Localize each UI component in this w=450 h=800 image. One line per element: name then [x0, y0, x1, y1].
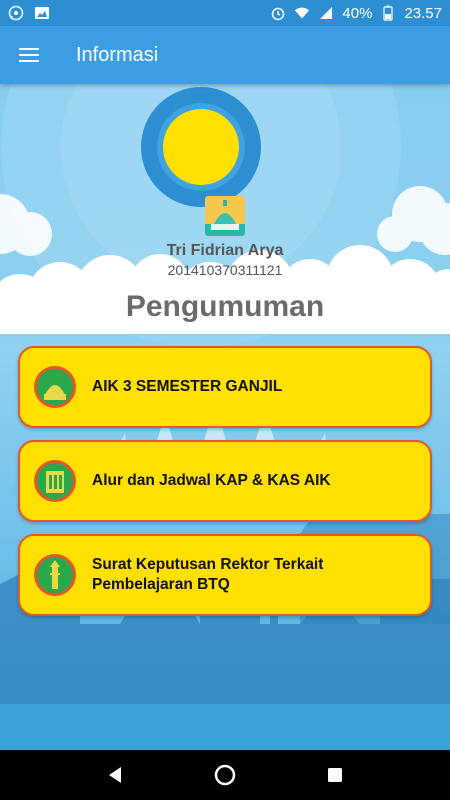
- app-bar: Informasi: [0, 26, 450, 84]
- signal-icon: [318, 5, 334, 21]
- page-title: Informasi: [76, 43, 159, 66]
- system-navigation-bar: [0, 750, 450, 800]
- battery-icon: [380, 5, 396, 21]
- announcement-label: Alur dan Jadwal KAP & KAS AIK: [92, 472, 331, 489]
- hamburger-menu-icon: [19, 48, 39, 62]
- mosque-logo-icon: [205, 196, 245, 236]
- alarm-icon: [270, 5, 286, 21]
- home-button[interactable]: [205, 755, 245, 795]
- user-profile: Tri Fidrian Arya 201410370311121: [0, 196, 450, 278]
- announcement-card-aik3[interactable]: AIK 3 SEMESTER GANJIL: [18, 346, 432, 428]
- menu-button[interactable]: [0, 26, 58, 84]
- home-circle-icon: [214, 764, 236, 786]
- section-title: Pengumuman: [125, 290, 325, 323]
- back-button[interactable]: [95, 755, 135, 795]
- minaret-icon: [34, 554, 76, 596]
- avatar: [205, 196, 245, 236]
- announcement-card-btq[interactable]: Surat Keputusan Rektor Terkait Pembelaja…: [18, 534, 432, 616]
- status-bar: 40% 23.57: [0, 0, 450, 26]
- mosque-icon: [34, 366, 76, 408]
- profile-id: 201410370311121: [167, 262, 283, 278]
- announcement-label: AIK 3 SEMESTER GANJIL: [92, 378, 283, 395]
- recents-square-icon: [328, 768, 342, 782]
- wifi-icon: [294, 5, 310, 21]
- profile-name: Tri Fidrian Arya: [166, 242, 284, 259]
- battery-percentage: 40%: [342, 4, 373, 22]
- announcement-card-kap-kas[interactable]: Alur dan Jadwal KAP & KAS AIK: [18, 440, 432, 522]
- image-icon: [34, 5, 50, 21]
- whatsapp-icon: [8, 5, 24, 21]
- announcement-label: Surat Keputusan Rektor Terkait Pembelaja…: [92, 556, 324, 593]
- clock: 23.57: [404, 4, 442, 22]
- building-icon: [34, 460, 76, 502]
- recents-button[interactable]: [315, 755, 355, 795]
- back-triangle-icon: [109, 767, 121, 783]
